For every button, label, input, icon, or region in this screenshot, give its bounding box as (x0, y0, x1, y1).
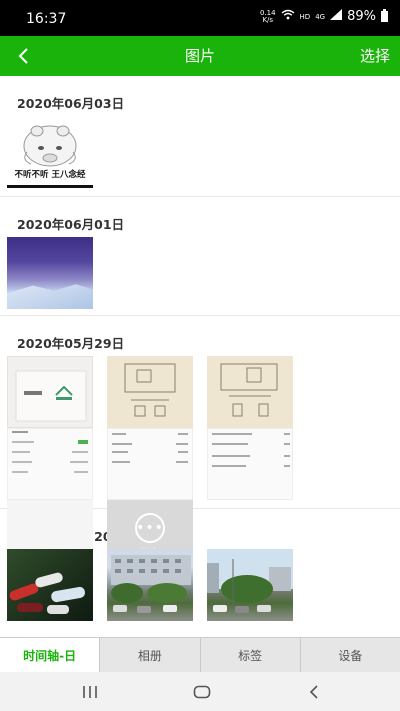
system-back-button[interactable] (294, 680, 334, 704)
product-box-image (15, 370, 87, 422)
photo-thumbnail[interactable] (107, 428, 193, 500)
photo-thumbnail[interactable] (7, 549, 93, 621)
status-icons: 0.14 K/s HD 4G 89% (260, 9, 388, 24)
photo-timeline[interactable]: 2020年06月03日 不听不听 王八念经 2020年06月01日 2020年0… (0, 76, 400, 637)
sketch-image (124, 363, 176, 417)
tab-devices[interactable]: 设备 (299, 638, 400, 672)
battery-icon (381, 9, 388, 22)
home-button[interactable] (182, 680, 222, 704)
photo-thumbnail[interactable] (7, 237, 93, 309)
tab-albums[interactable]: 相册 (99, 638, 199, 672)
photo-grid: 不听不听 王八念经 (0, 116, 400, 196)
date-section: 2020年06月01日 (0, 197, 400, 316)
sketch-image (220, 363, 278, 417)
building-photo-image (207, 549, 293, 613)
photo-grid (0, 237, 400, 315)
photo-thumbnail[interactable] (107, 356, 193, 428)
bottom-tab-bar: 时间轴-日 相册 标签 设备 (0, 637, 400, 672)
back-button[interactable] (8, 40, 40, 72)
network-type: 4G (315, 12, 326, 21)
hamster-sticker-image (23, 125, 77, 167)
sticker-caption: 不听不听 王八念经 (14, 170, 86, 180)
recent-apps-icon (83, 686, 97, 698)
photo-thumbnail[interactable] (107, 549, 193, 621)
status-time: 16:37 (26, 11, 67, 27)
list-screenshot-image (112, 433, 188, 463)
list-screenshot-image (212, 433, 290, 467)
photo-thumbnail[interactable] (207, 549, 293, 621)
photo-thumbnail[interactable] (7, 356, 93, 428)
system-nav-bar (0, 672, 400, 711)
recent-apps-button[interactable] (70, 680, 110, 704)
back-icon (309, 685, 318, 699)
bottles-photo-image (9, 572, 85, 614)
photo-grid (0, 549, 400, 637)
building-photo-image (111, 555, 191, 613)
photo-thumbnail[interactable]: 不听不听 王八念经 (7, 116, 93, 188)
photo-thumbnail[interactable] (207, 428, 293, 500)
page-title: 图片 (184, 47, 215, 65)
date-section: 2020年05月29日 ••• (0, 316, 400, 572)
settings-screenshot-image (12, 431, 88, 473)
date-heading: 2020年06月03日 (17, 96, 125, 111)
status-bar: 16:37 0.14 K/s HD 4G 89% (0, 0, 400, 36)
tab-timeline-day[interactable]: 时间轴-日 (0, 638, 100, 672)
hd-label: HD (299, 12, 311, 21)
date-section: 2020年06月03日 不听不听 王八念经 (0, 76, 400, 197)
photo-grid: ••• 更多 (0, 356, 400, 572)
signal-icon (330, 9, 343, 24)
photo-thumbnail[interactable] (207, 356, 293, 428)
top-app-bar: 图片 选择 (0, 36, 400, 76)
battery-percent: 89% (347, 9, 376, 24)
date-heading: 2020年06月01日 (17, 217, 125, 232)
tab-tags[interactable]: 标签 (199, 638, 300, 672)
net-speed-unit: K/s (262, 15, 274, 24)
net-speed: 0.14 K/s (260, 9, 276, 24)
wifi-icon (281, 9, 295, 24)
date-heading: 2020年05月29日 (17, 336, 125, 351)
chevron-left-icon (18, 48, 28, 64)
ellipsis-icon: ••• (135, 512, 165, 543)
select-button[interactable]: 选择 (360, 45, 390, 66)
home-icon (193, 685, 211, 699)
photo-thumbnail[interactable] (7, 428, 93, 500)
